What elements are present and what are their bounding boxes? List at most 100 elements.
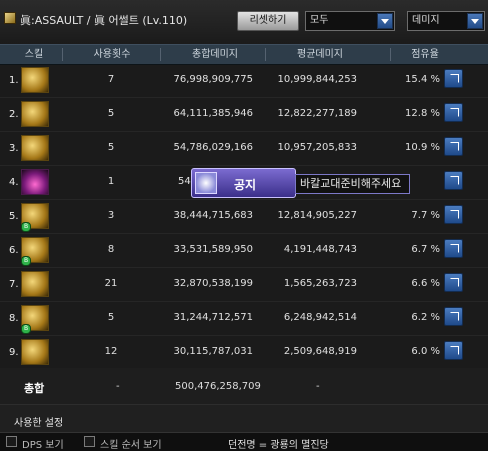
table-row[interactable]: 5. B 3 38,444,715,683 12,814,905,227 7.7… [0, 200, 488, 234]
uses-count: 21 [104, 278, 118, 289]
uses-count: 12 [104, 346, 118, 357]
table-row[interactable]: 3. 5 54,786,029,166 10,957,205,833 10.9 … [0, 132, 488, 166]
chevron-down-icon[interactable] [377, 13, 393, 29]
total-damage: 33,531,589,950 [173, 244, 253, 255]
class-emblem-icon [4, 12, 16, 24]
avg-damage: 10,957,205,833 [277, 142, 357, 153]
rank-number: 4. [9, 177, 19, 188]
damage-share: 12.8 % [405, 108, 440, 119]
skill-order-checkbox[interactable] [84, 436, 95, 447]
share-icon[interactable] [444, 307, 463, 326]
bottom-bar: DPS 보기 스킬 순서 보기 던전명 = 광룡의 멸진당 [0, 432, 488, 451]
damage-share: 6.6 % [411, 278, 440, 289]
column-divider [62, 48, 63, 61]
column-divider [265, 48, 266, 61]
chevron-down-icon[interactable] [467, 13, 483, 29]
rank-number: 8. [9, 313, 19, 324]
column-header-avg[interactable]: 평균데미지 [275, 45, 365, 64]
filter-dropdown-value: 모두 [310, 15, 329, 26]
buff-badge-icon: B [21, 222, 31, 232]
sort-dropdown-value: 데미지 [412, 15, 440, 26]
total-damage: 31,244,712,571 [173, 312, 253, 323]
share-icon[interactable] [444, 103, 463, 122]
share-icon[interactable] [444, 341, 463, 360]
total-damage: 64,111,385,946 [173, 108, 253, 119]
avg-damage: 10,999,844,253 [277, 74, 357, 85]
avg-damage: 12,822,277,189 [277, 108, 357, 119]
notice-badge: 공지 [191, 168, 296, 198]
uses-count: 5 [107, 108, 115, 119]
table-row[interactable]: 7. 21 32,870,538,199 1,565,263,723 6.6 % [0, 268, 488, 302]
total-row: 총합 - 500,476,258,709 - [0, 368, 488, 404]
table-row[interactable]: 1. 7 76,998,909,775 10,999,844,253 15.4 … [0, 64, 488, 98]
uses-count: 8 [107, 244, 115, 255]
avg-damage: 4,191,448,743 [283, 244, 357, 255]
notice-icon [195, 172, 217, 194]
share-icon[interactable] [444, 273, 463, 292]
total-damage: 32,870,538,199 [173, 278, 253, 289]
damage-share: 6.2 % [411, 312, 440, 323]
share-icon[interactable] [444, 137, 463, 156]
avg-damage: 6,248,942,514 [283, 312, 357, 323]
column-header-uses[interactable]: 사용횟수 [72, 45, 152, 64]
window-title: 眞:ASSAULT / 眞 어썰트 (Lv.110) [20, 14, 188, 27]
avg-damage: 2,509,648,919 [283, 346, 357, 357]
uses-count: 3 [107, 210, 115, 221]
reset-button[interactable]: 리셋하기 [237, 11, 299, 31]
rank-number: 9. [9, 347, 19, 358]
skill-icon [21, 339, 49, 365]
skill-order-label: 스킬 순서 보기 [100, 440, 162, 451]
dungeon-name-text: 던전명 = 광룡의 멸진당 [228, 440, 329, 451]
column-header-total[interactable]: 총합데미지 [170, 45, 260, 64]
damage-share: 10.9 % [405, 142, 440, 153]
dps-checkbox[interactable] [6, 436, 17, 447]
table-row[interactable]: 2. 5 64,111,385,946 12,822,277,189 12.8 … [0, 98, 488, 132]
table-row[interactable]: 6. B 8 33,531,589,950 4,191,448,743 6.7 … [0, 234, 488, 268]
buff-badge-icon: B [21, 256, 31, 266]
total-damage: 54,786,029,166 [173, 142, 253, 153]
buff-badge-icon: B [21, 324, 31, 334]
damage-share: 7.7 % [411, 210, 440, 221]
column-divider [160, 48, 161, 61]
uses-count: 5 [107, 142, 115, 153]
rank-number: 1. [9, 75, 19, 86]
column-header-skill[interactable]: 스킬 [14, 45, 54, 64]
table-row[interactable]: 9. 12 30,115,787,031 2,509,648,919 6.0 % [0, 336, 488, 370]
skill-icon [21, 169, 49, 195]
skill-icon [21, 135, 49, 161]
damage-share: 6.0 % [411, 346, 440, 357]
total-avg: - [316, 381, 320, 392]
rank-number: 7. [9, 279, 19, 290]
total-damage: 54 [178, 176, 191, 187]
table-row[interactable]: 8. B 5 31,244,712,571 6,248,942,514 6.2 … [0, 302, 488, 336]
damage-meter-window: 眞:ASSAULT / 眞 어썰트 (Lv.110) 리셋하기 모두 데미지 스… [0, 0, 488, 451]
table-header: 스킬 사용횟수 총합데미지 평균데미지 점유율 [0, 44, 488, 65]
skill-icon [21, 67, 49, 93]
skill-icon [21, 271, 49, 297]
uses-count: 1 [107, 176, 115, 187]
column-divider [390, 48, 391, 61]
notice-popup: 공지 바칼교대준비해주세요 [191, 168, 468, 198]
column-header-share[interactable]: 점유율 [395, 45, 455, 64]
notice-message: 바칼교대준비해주세요 [295, 174, 411, 194]
total-damage: 38,444,715,683 [173, 210, 253, 221]
notice-title: 공지 [234, 178, 257, 192]
share-icon[interactable] [444, 239, 463, 258]
sort-dropdown[interactable]: 데미지 [407, 11, 485, 31]
share-icon[interactable] [444, 69, 463, 88]
total-label: 총합 [24, 382, 45, 395]
uses-count: 7 [107, 74, 115, 85]
dps-label: DPS 보기 [22, 440, 64, 451]
used-settings-label: 사용한 설정 [14, 418, 64, 429]
uses-count: 5 [107, 312, 115, 323]
used-settings-section[interactable]: 사용한 설정 [0, 404, 488, 433]
avg-damage: 12,814,905,227 [277, 210, 357, 221]
damage-share: 15.4 % [405, 74, 440, 85]
rank-number: 5. [9, 211, 19, 222]
rank-number: 3. [9, 143, 19, 154]
filter-dropdown[interactable]: 모두 [305, 11, 395, 31]
rank-number: 2. [9, 109, 19, 120]
skill-icon [21, 101, 49, 127]
rank-number: 6. [9, 245, 19, 256]
share-icon[interactable] [444, 205, 463, 224]
